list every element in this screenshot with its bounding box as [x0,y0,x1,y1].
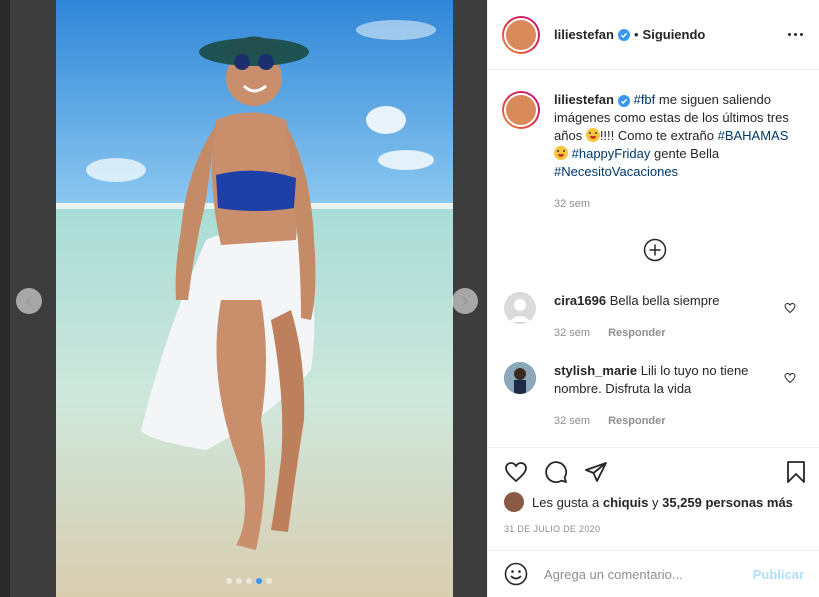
comment-body: cira1696 Bella bella siempre 32 sem Resp… [554,292,754,342]
grinning-emoji-icon [554,146,568,160]
comments-list[interactable]: liliestefan #fbf me siguen saliendo imág… [488,71,819,447]
caption-username[interactable]: liliestefan [554,92,614,107]
comment-meta: 32 sem Responder [554,324,754,342]
post-photo [56,0,453,597]
smile-icon [504,562,528,586]
caption-fragment: gente Bella [650,146,720,161]
post-side-panel: liliestefan • Siguiendo liliestefan #fbf… [487,0,819,597]
header-separator: • [633,27,639,42]
likes-prefix: Les gusta a [532,494,600,510]
more-icon [800,33,803,36]
verified-icon [617,94,630,107]
next-photo-button[interactable] [452,288,478,314]
carousel-dot [236,578,242,584]
emoji-picker-button[interactable] [504,562,528,586]
heart-icon [784,372,796,384]
add-circle-icon [643,238,667,262]
caption-avatar[interactable] [502,91,540,129]
comment-meta: 32 sem Responder [554,412,754,430]
carousel-dot [266,578,272,584]
load-more-comments-button[interactable] [643,238,667,262]
carousel-dot-active [256,578,262,584]
comment-username[interactable]: cira1696 [554,293,606,308]
carousel-dot [246,578,252,584]
heart-icon [505,462,527,483]
comment-composer: Publicar [488,550,819,597]
post-actions: Les gusta a chiquis y 35,259 personas má… [488,447,819,550]
avatar-image [504,93,538,127]
comment-item: cira1696 Bella bella siempre 32 sem Resp… [504,292,804,342]
like-button[interactable] [504,460,528,484]
comment-timestamp[interactable]: 32 sem [554,412,590,430]
comment-icon [545,461,568,484]
post-header: liliestefan • Siguiendo [488,0,819,70]
comment-button[interactable] [544,460,568,484]
hashtag-link[interactable]: #fbf [634,92,656,107]
comment-timestamp[interactable]: 32 sem [554,324,590,342]
avatar-image [504,362,536,394]
previous-photo-button[interactable] [16,288,42,314]
heart-icon [784,302,796,314]
following-button[interactable]: Siguiendo [643,27,706,42]
reply-button[interactable]: Responder [608,324,665,342]
chevron-left-icon [25,296,32,306]
caption-text: liliestefan #fbf me siguen saliendo imág… [554,91,794,213]
likes-conj: y [651,494,659,510]
commenter-avatar[interactable] [504,362,536,394]
like-comment-button[interactable] [784,302,796,314]
caption-fragment: !!!! Como te extraño [599,128,718,143]
carousel-indicator [226,578,272,584]
save-button[interactable] [784,460,808,484]
publish-button[interactable]: Publicar [753,567,804,582]
liker-username[interactable]: chiquis [603,495,649,510]
likes-count-link[interactable]: 35,259 personas más [662,495,793,510]
avatar-image [504,17,538,52]
comment-body: stylish_marie Lili lo tuyo no tiene nomb… [554,362,754,430]
post-date[interactable]: 31 DE JULIO DE 2020 [504,524,600,534]
comment-input[interactable] [544,566,744,582]
likes-summary: Les gusta a chiquis y 35,259 personas má… [504,492,793,512]
bookmark-icon [787,461,805,483]
like-comment-button[interactable] [784,372,796,384]
caption-timestamp[interactable]: 32 sem [554,195,794,213]
chevron-right-icon [462,296,469,306]
background-page-edge [0,0,10,597]
liker-avatar[interactable] [504,492,524,512]
verified-icon [617,28,630,41]
laughing-emoji-icon [585,128,600,142]
more-icon [794,33,797,36]
carousel-dot [226,578,232,584]
hashtag-link[interactable]: #BAHAMAS [718,128,789,143]
author-avatar[interactable] [502,15,540,54]
caption: liliestefan #fbf me siguen saliendo imág… [502,91,794,213]
author-username[interactable]: liliestefan [554,27,614,42]
share-button[interactable] [584,460,608,484]
default-avatar-icon [509,299,531,322]
comment-username[interactable]: stylish_marie [554,363,637,378]
reply-button[interactable]: Responder [608,412,665,430]
commenter-avatar[interactable] [504,292,536,324]
hashtag-link[interactable]: #happyFriday [572,146,651,161]
comment-text: Bella bella siempre [609,293,720,308]
more-icon [788,33,791,36]
share-icon [585,462,607,482]
hashtag-link[interactable]: #NecesitoVacaciones [554,164,678,179]
comment-item: stylish_marie Lili lo tuyo no tiene nomb… [504,362,804,430]
more-options-button[interactable] [788,33,803,36]
